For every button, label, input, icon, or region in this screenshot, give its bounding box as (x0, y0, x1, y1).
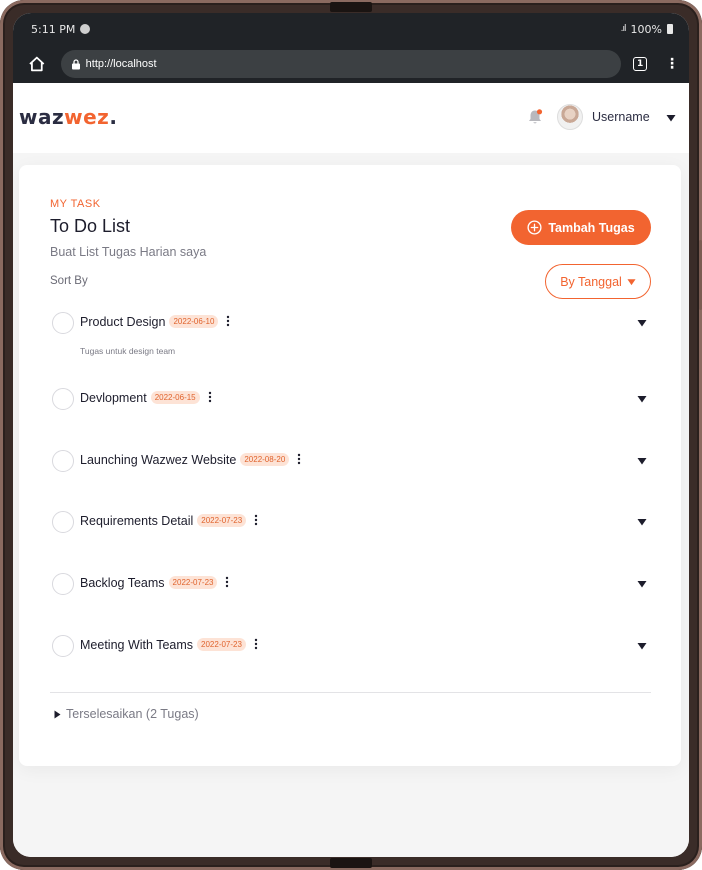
task-checkbox[interactable] (52, 312, 74, 334)
more-vertical-icon[interactable] (254, 638, 258, 650)
sort-by-date-button[interactable]: By Tanggal (545, 264, 651, 299)
task-date-badge: 2022-07-23 (197, 638, 246, 651)
divider (50, 692, 651, 693)
task-date-badge: 2022-08-20 (240, 453, 290, 466)
task-title: Backlog Teams (80, 576, 165, 590)
completed-tasks-label: Terselesaikan (2 Tugas) (66, 707, 199, 721)
task-item: Meeting With Teams 2022-07-23 (50, 635, 650, 665)
task-title-row[interactable]: Backlog Teams 2022-07-23 (80, 576, 229, 590)
expand-caret-icon[interactable] (637, 518, 647, 526)
browser-toolbar: http://localhost 1 ⋮ (13, 45, 689, 83)
task-title-row[interactable]: Requirements Detail 2022-07-23 (80, 514, 258, 528)
more-vertical-icon[interactable] (297, 453, 301, 465)
device-frame: 5:11 PM .ıl 100% http://localhost 1 ⋮ wa… (0, 0, 702, 870)
todo-card: MY TASK To Do List Buat List Tugas Haria… (19, 165, 681, 766)
task-title: Launching Wazwez Website (80, 453, 237, 467)
expand-caret-icon[interactable] (637, 395, 647, 403)
app-header: wazwez. Username (13, 83, 689, 153)
device-hinge (330, 2, 372, 12)
task-date-badge: 2022-07-23 (168, 576, 218, 589)
section-eyebrow: MY TASK (50, 198, 101, 210)
task-title: Product Design (80, 315, 166, 329)
page-title: To Do List (50, 216, 131, 236)
task-title: Meeting With Teams (80, 638, 194, 652)
task-date-badge: 2022-07-23 (197, 514, 247, 527)
logo-dot: . (109, 105, 118, 129)
chevron-right-icon (54, 710, 61, 718)
task-item: Devlopment 2022-06-15 (50, 388, 650, 418)
task-checkbox[interactable] (52, 573, 74, 595)
chevron-down-icon (627, 278, 636, 285)
sort-by-date-label: By Tanggal (560, 274, 622, 289)
more-vertical-icon[interactable] (254, 514, 258, 526)
task-checkbox[interactable] (52, 450, 74, 472)
logo-text-accent: wez (64, 105, 110, 129)
add-task-button[interactable]: Tambah Tugas (511, 210, 651, 245)
home-icon[interactable] (27, 54, 47, 74)
tab-switcher-button[interactable]: 1 (633, 57, 647, 71)
sort-label: Sort By (50, 275, 88, 287)
lock-icon (71, 58, 80, 69)
task-item: Launching Wazwez Website 2022-08-20 (50, 450, 650, 480)
expand-caret-icon[interactable] (637, 580, 647, 588)
avatar[interactable] (557, 104, 583, 130)
task-item: Backlog Teams 2022-07-23 (50, 573, 650, 603)
battery-icon (667, 24, 673, 34)
task-date-badge: 2022-06-10 (169, 315, 219, 328)
signal-icon: .ıl (620, 24, 627, 34)
task-title-row[interactable]: Meeting With Teams 2022-07-23 (80, 638, 258, 652)
task-item: Requirements Detail 2022-07-23 (50, 511, 650, 541)
expand-caret-icon[interactable] (637, 457, 647, 465)
app-viewport: wazwez. Username MY TASK To Do List Buat… (13, 83, 689, 857)
logo-text: waz (19, 105, 65, 129)
address-url: http://localhost (85, 58, 157, 70)
completed-tasks-toggle[interactable]: Terselesaikan (2 Tugas) (54, 707, 199, 721)
device-hinge (330, 858, 372, 868)
status-time: 5:11 PM (31, 22, 76, 36)
task-item: Product Design 2022-06-10 Tugas untuk des… (50, 312, 650, 356)
more-vertical-icon[interactable] (226, 315, 230, 327)
task-title: Requirements Detail (80, 514, 194, 528)
add-task-label: Tambah Tugas (548, 220, 635, 235)
user-menu-caret-icon[interactable] (666, 114, 676, 122)
task-date-badge: 2022-06-15 (150, 391, 200, 404)
screen: 5:11 PM .ıl 100% http://localhost 1 ⋮ wa… (13, 13, 689, 857)
app-logo[interactable]: wazwez. (19, 105, 117, 129)
task-title-row[interactable]: Product Design 2022-06-10 (80, 315, 230, 329)
task-checkbox[interactable] (52, 635, 74, 657)
task-checkbox[interactable] (52, 388, 74, 410)
task-title-row[interactable]: Launching Wazwez Website 2022-08-20 (80, 453, 301, 467)
task-checkbox[interactable] (52, 511, 74, 533)
task-title: Devlopment (80, 391, 147, 405)
more-vertical-icon[interactable] (225, 576, 229, 588)
task-description: Tugas untuk design team (80, 346, 176, 356)
notification-bell-icon[interactable] (526, 108, 544, 126)
plus-circle-icon (527, 220, 542, 235)
page-subtitle: Buat List Tugas Harian saya (50, 245, 207, 259)
battery-percent: 100% (630, 22, 662, 36)
address-bar[interactable]: http://localhost (60, 50, 622, 78)
expand-caret-icon[interactable] (637, 642, 647, 650)
browser-menu-icon[interactable]: ⋮ (665, 57, 679, 71)
status-bar: 5:11 PM .ıl 100% (13, 13, 689, 45)
username[interactable]: Username (592, 110, 650, 124)
more-vertical-icon[interactable] (208, 391, 212, 403)
expand-caret-icon[interactable] (637, 319, 647, 327)
spotify-icon (80, 24, 91, 34)
task-title-row[interactable]: Devlopment 2022-06-15 (80, 391, 212, 405)
